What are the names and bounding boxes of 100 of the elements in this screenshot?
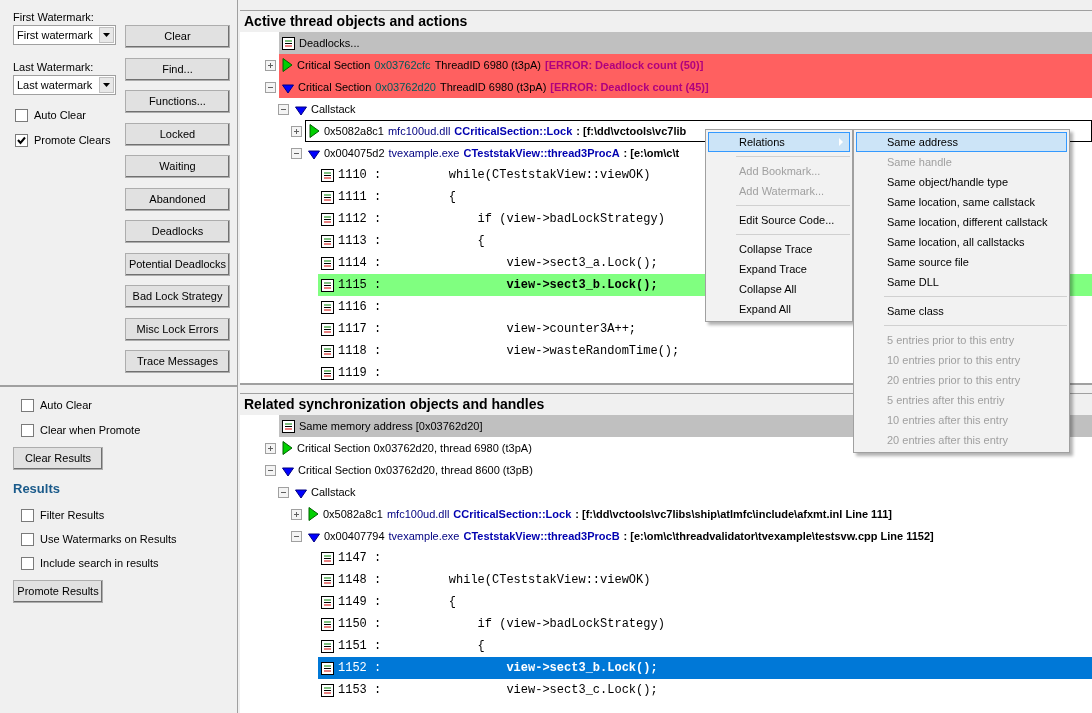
tree-row[interactable]: Critical Section 0x03762d20 ThreadID 6980 (t3pA) [ERROR: Deadlock count (45)]	[279, 76, 1092, 98]
tree-row[interactable]: 1151 : {	[318, 635, 488, 657]
address-text: 0x03762cfc	[374, 57, 431, 73]
button[interactable]: Find...	[125, 57, 230, 81]
dropdown[interactable]: Last watermark	[13, 75, 116, 95]
menu-item[interactable]: Edit Source Code...	[708, 210, 850, 230]
collapse-icon[interactable]	[277, 486, 289, 498]
button[interactable]: Waiting	[125, 155, 230, 178]
tree-row[interactable]: 1119 :	[318, 362, 419, 383]
function-name: CTeststakView::thread3ProcA	[463, 145, 620, 161]
tree-row[interactable]: 1153 : view->sect3_c.Lock();	[318, 679, 661, 701]
tree-row[interactable]: 1111 : {	[318, 186, 459, 208]
menu-item[interactable]: Collapse All	[708, 279, 850, 299]
dropdown-arrow-icon	[103, 83, 110, 87]
row-text: 0x5082a8c1	[323, 506, 383, 522]
tree-row[interactable]: 1148 : while(CTeststakView::viewOK)	[318, 569, 654, 591]
expand-icon[interactable]	[264, 59, 276, 71]
tree-row[interactable]: Callstack	[292, 98, 359, 120]
module-name: tvexample.exe	[388, 528, 460, 544]
row-text: Critical Section 0x03762d20, thread 6980 (t3pA)	[297, 440, 532, 456]
collapse-icon[interactable]	[290, 530, 302, 542]
collapse-icon[interactable]	[264, 81, 276, 93]
menu-item[interactable]: Same location, same callstack	[856, 192, 1067, 212]
tree-row[interactable]: 1149 : {	[318, 591, 459, 613]
source-path: : [f:\dd\vctools\vc7libs\ship\atlmfc\include\afxmt.inl Line 111]	[575, 506, 892, 522]
row-text: ThreadID 6980 (t3pA)	[439, 79, 547, 95]
collapse-icon[interactable]	[290, 147, 302, 159]
tree-row[interactable]: Critical Section 0x03762d20, thread 6980 (t3pA)	[279, 437, 535, 459]
checkbox[interactable]	[21, 398, 34, 412]
row-text: ThreadID 6980 (t3pA)	[434, 57, 541, 73]
expand-icon[interactable]	[264, 442, 276, 454]
menu-item[interactable]: Expand Trace	[708, 259, 850, 279]
menu-item[interactable]: Same address	[856, 132, 1067, 152]
tree-row[interactable]: 1150 : if (view->badLockStrategy)	[318, 613, 668, 635]
list-icon	[282, 36, 295, 50]
row-text: 0x5082a8c1	[324, 123, 384, 139]
button[interactable]: Functions...	[125, 90, 230, 113]
collapse-icon[interactable]	[277, 103, 289, 115]
collapse-icon[interactable]	[264, 464, 276, 476]
row-text: Critical Section	[298, 79, 372, 95]
code-text: {	[447, 189, 456, 206]
tree-row[interactable]: 1113 : {	[318, 230, 488, 252]
checkbox-label: Use Watermarks on Results	[40, 532, 177, 548]
code-text: view->sect3_c.Lock();	[505, 682, 658, 699]
expand-icon[interactable]	[290, 508, 302, 520]
checkbox[interactable]	[15, 108, 28, 122]
button[interactable]: Deadlocks	[125, 220, 230, 243]
list-icon	[321, 322, 334, 336]
checkbox[interactable]	[21, 423, 34, 437]
dropdown[interactable]: First watermark	[13, 25, 116, 45]
tree-row[interactable]: 1114 : view->sect3_a.Lock();	[318, 252, 661, 274]
tree-row[interactable]: 1110 : while(CTeststakView::viewOK)	[318, 164, 654, 186]
tree-row[interactable]: Deadlocks...	[279, 32, 1092, 54]
code-text: view->sect3_b.Lock();	[505, 277, 658, 294]
menu-item[interactable]: Same location, all callstacks	[856, 232, 1067, 252]
menu-item[interactable]: Expand All	[708, 299, 850, 319]
list-icon	[321, 212, 334, 226]
tree-row[interactable]: 1117 : view->counter3A++;	[318, 318, 640, 340]
menu-item[interactable]: Same object/handle type	[856, 172, 1067, 192]
button[interactable]: Clear	[125, 25, 230, 48]
tree-row[interactable]: 1116 :	[318, 296, 419, 318]
tree-row[interactable]: 0x004075d2 tvexample.exe CTeststakView::thread3ProcA : [e:\om\c\t	[305, 142, 683, 164]
row-text: 0x004075d2	[324, 145, 385, 161]
tree-row[interactable]: 0x5082a8c1 mfc100ud.dll CCriticalSection::Lock : [f:\dd\vctools\vc7libs\ship\atlmfc\include\afxmt.inl Line 111]	[305, 503, 895, 525]
tree-row[interactable]: Critical Section 0x03762cfc ThreadID 6980 (t3pA) [ERROR: Deadlock count (50)]	[279, 54, 1092, 76]
button[interactable]: Bad Lock Strategy	[125, 285, 230, 308]
section-heading: Results	[13, 480, 60, 498]
button[interactable]: Misc Lock Errors	[125, 317, 230, 341]
tree-row[interactable]: 1152 : view->sect3_b.Lock();	[318, 657, 1092, 679]
tree-row[interactable]: 1147 :	[318, 547, 419, 569]
field-label: First Watermark:	[13, 10, 95, 25]
checkbox[interactable]	[15, 133, 28, 147]
button[interactable]: Abandoned	[125, 187, 230, 211]
checkbox-label: Promote Clears	[34, 132, 111, 148]
tree-row[interactable]: 0x00407794 tvexample.exe CTeststakView::thread3ProcB : [e:\om\c\threadvalidator\tvexample\testsvw.cpp Line 1152]	[305, 525, 937, 547]
button[interactable]: Promote Results	[13, 579, 103, 603]
menu-item[interactable]: Same source file	[856, 252, 1067, 272]
menu-item[interactable]: Collapse Trace	[708, 239, 850, 259]
button[interactable]: Locked	[125, 122, 230, 146]
menu-item[interactable]: Same DLL	[856, 272, 1067, 292]
list-icon	[321, 366, 334, 380]
tree-row[interactable]: Callstack	[292, 481, 359, 503]
list-icon	[321, 278, 334, 292]
tree-row[interactable]: Critical Section 0x03762d20, thread 8600 (t3pB)	[279, 459, 536, 481]
function-name: CCriticalSection::Lock	[453, 506, 572, 522]
menu-item[interactable]: Same location, different callstack	[856, 212, 1067, 232]
button[interactable]: Clear Results	[13, 447, 103, 470]
list-icon	[321, 190, 334, 204]
checkbox[interactable]	[21, 557, 34, 570]
expand-icon[interactable]	[290, 125, 302, 137]
tree-row[interactable]: 1118 : view->wasteRandomTime();	[318, 340, 683, 362]
code-text: {	[476, 638, 485, 655]
checkbox[interactable]	[21, 533, 34, 546]
button[interactable]: Trace Messages	[125, 350, 230, 373]
button[interactable]: Potential Deadlocks	[125, 252, 230, 276]
menu-item[interactable]: Relations	[708, 132, 850, 152]
module-name: tvexample.exe	[388, 145, 460, 161]
tree-row[interactable]: 1112 : if (view->badLockStrategy)	[318, 208, 668, 230]
checkbox[interactable]	[21, 509, 34, 522]
menu-item[interactable]: Same class	[856, 301, 1067, 321]
